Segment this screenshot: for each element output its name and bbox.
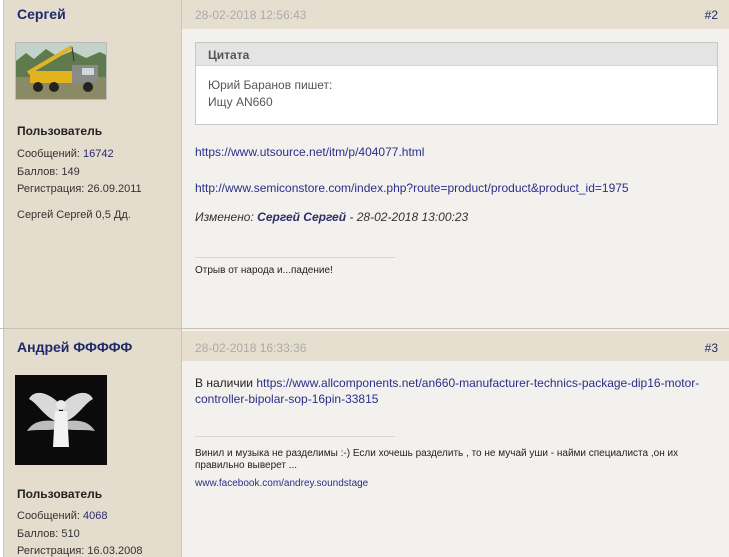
message-panel: 28-02-2018 12:56:43 #2 Цитата Юрий Баран… [182,0,729,328]
user-rank: Пользователь [17,124,103,138]
message-header: 28-02-2018 16:33:36 #3 [182,331,729,361]
post-date: 28-02-2018 16:33:36 [195,341,307,355]
forum-post: Сергей Пользователь Сообщений: 16742 Бал… [0,0,729,328]
body-prefix: В наличии [195,376,254,390]
post-date: 28-02-2018 12:56:43 [195,8,307,22]
user-full-name: Сергей Сергей 0,5 Дд. [17,209,131,221]
message-header: 28-02-2018 12:56:43 #2 [182,0,729,29]
utsource-link[interactable]: https://www.utsource.net/itm/p/404077.ht… [195,145,424,159]
user-rank: Пользователь [17,487,103,501]
edited-note: Изменено: Сергей Сергей - 28-02-2018 13:… [195,210,468,224]
semiconstore-link[interactable]: http://www.semiconstore.com/index.php?ro… [195,181,629,195]
messages-value[interactable]: 4068 [83,510,107,522]
quote-text: Ищу AN660 [208,95,273,109]
messages-value[interactable]: 16742 [83,148,114,160]
quote-title: Цитата [196,43,717,66]
points-label: Баллов: [17,166,59,178]
messages-label: Сообщений: [17,148,80,160]
facebook-link[interactable]: www.facebook.com/andrey.soundstage [195,478,368,489]
points-value: 149 [61,166,80,178]
signature-divider [195,436,395,437]
registration-label: Регистрация: [17,183,85,195]
message-panel: 28-02-2018 16:33:36 #3 В наличии https:/… [182,329,729,557]
avatar[interactable] [15,375,107,465]
signature-divider [195,257,395,258]
registration-value: 26.09.2011 [87,183,142,195]
registration-date: Регистрация: 26.09.2011 [17,183,142,195]
edited-date: - 28-02-2018 13:00:23 [349,210,469,224]
post-signature: Отрыв от народа и...падение! [195,265,333,276]
messages-label: Сообщений: [17,510,80,522]
forum-post: Андрей ФФФФФ Пользователь Сообщений: 406… [0,328,729,557]
author-panel: Сергей Пользователь Сообщений: 16742 Бал… [3,0,182,328]
messages-count: Сообщений: 4068 [17,510,108,522]
avatar[interactable] [15,42,107,100]
edited-label: Изменено: [195,210,254,224]
post-number-link[interactable]: #2 [705,8,718,22]
quote-body: Юрий Баранов пишет: Ищу AN660 [196,66,717,111]
messages-count: Сообщений: 16742 [17,148,114,160]
author-name[interactable]: Андрей ФФФФФ [17,339,132,355]
points-value: 510 [61,528,80,540]
post-number-link[interactable]: #3 [705,341,718,355]
points-count: Баллов: 149 [17,166,80,178]
edited-by[interactable]: Сергей Сергей [257,210,346,224]
quote-author: Юрий Баранов пишет: [208,78,333,92]
points-count: Баллов: 510 [17,528,80,540]
registration-date: Регистрация: 16.03.2008 [17,545,142,557]
registration-value: 16.03.2008 [87,545,143,557]
author-panel: Андрей ФФФФФ Пользователь Сообщений: 406… [3,329,182,557]
post-signature: Винил и музыка не разделимы :-) Если хоч… [195,448,679,471]
allcomponents-link[interactable]: https://www.allcomponents.net/an660-manu… [195,376,699,406]
quote-block: Цитата Юрий Баранов пишет: Ищу AN660 [195,42,718,125]
author-name[interactable]: Сергей [17,6,66,22]
points-label: Баллов: [17,528,59,540]
post-body: В наличии https://www.allcomponents.net/… [195,375,715,407]
registration-label: Регистрация: [17,545,85,557]
